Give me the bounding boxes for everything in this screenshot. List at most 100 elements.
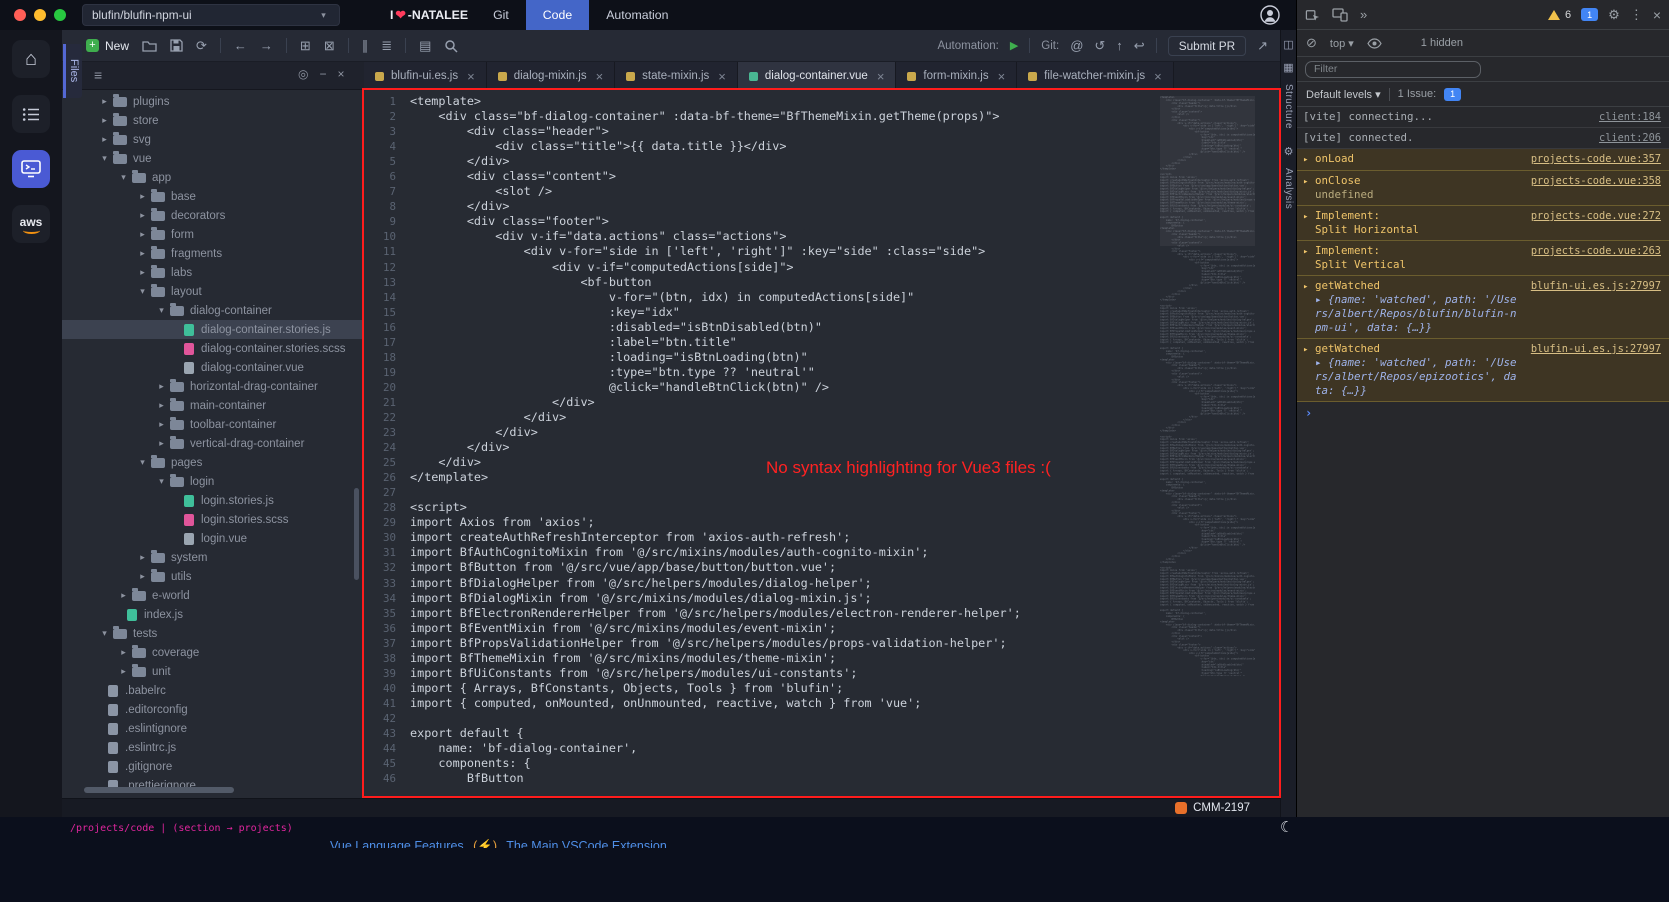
editor-tab[interactable]: blufin-ui.es.js × <box>364 62 487 90</box>
gear-icon[interactable]: ⚙ <box>1284 145 1294 158</box>
tree-file-dialog-container.stories.js[interactable]: dialog-container.stories.js <box>62 320 362 339</box>
tree-folder-base[interactable]: ▸ base <box>62 187 362 206</box>
background-link[interactable]: Vue Language Features <box>330 839 464 848</box>
tree-folder-form[interactable]: ▸ form <box>62 225 362 244</box>
more-tabs-icon[interactable]: » <box>1360 7 1367 22</box>
files-panel-tab[interactable]: Files <box>63 44 82 98</box>
run-automation-icon[interactable]: ▶ <box>1010 39 1018 52</box>
source-link[interactable]: projects-code.vue:272 <box>1531 209 1661 223</box>
split-icon[interactable]: ∥ <box>362 38 369 54</box>
tree-folder-layout[interactable]: ▾ layout <box>62 282 362 301</box>
tree-folder-toolbar-container[interactable]: ▸ toolbar-container <box>62 415 362 434</box>
tree-folder-decorators[interactable]: ▸ decorators <box>62 206 362 225</box>
tree-folder-vertical-drag-container[interactable]: ▸ vertical-drag-container <box>62 434 362 453</box>
expand-triangle-icon[interactable]: ▸ <box>1303 279 1315 294</box>
tree-folder-plugins[interactable]: ▸ plugins <box>62 92 362 111</box>
devtools-close-icon[interactable]: × <box>1653 7 1661 23</box>
devtools-kebab-icon[interactable]: ⋮ <box>1630 7 1643 23</box>
tree-file-.eslintrc.js[interactable]: .eslintrc.js <box>62 738 362 757</box>
expand-triangle-icon[interactable]: ▸ <box>1303 209 1315 224</box>
titlebar-tab-automation[interactable]: Automation <box>589 0 685 30</box>
structure-tab[interactable]: Structure <box>1283 84 1294 129</box>
tree-folder-utils[interactable]: ▸ utils <box>62 567 362 586</box>
expand-triangle-icon[interactable]: ▸ <box>1303 244 1315 259</box>
collapse-tree-icon[interactable]: − <box>319 67 326 81</box>
avatar[interactable] <box>1260 5 1280 25</box>
tree-file-.eslintignore[interactable]: .eslintignore <box>62 719 362 738</box>
close-icon[interactable]: × <box>596 69 604 84</box>
eye-icon[interactable] <box>1367 37 1382 49</box>
code-area[interactable]: 1 <template> 2 <div class="bf-dialog-conta… <box>364 94 1279 796</box>
tree-file-login.vue[interactable]: login.vue <box>62 529 362 548</box>
titlebar-tab-git[interactable]: Git <box>476 0 526 30</box>
git-remote-icon[interactable]: @ <box>1070 38 1083 53</box>
code-workspace-button[interactable] <box>12 150 50 188</box>
tree-folder-main-container[interactable]: ▸ main-container <box>62 396 362 415</box>
editor-tab[interactable]: dialog-container.vue × <box>737 62 897 90</box>
moon-icon[interactable]: ☾ <box>1280 818 1293 836</box>
tree-folder-horizontal-drag-container[interactable]: ▸ horizontal-drag-container <box>62 377 362 396</box>
git-history-icon[interactable]: ↺ <box>1094 38 1105 54</box>
close-icon[interactable]: × <box>467 69 475 84</box>
inspect-icon[interactable] <box>1305 7 1320 22</box>
tree-folder-svg[interactable]: ▸ svg <box>62 130 362 149</box>
external-link-icon[interactable]: ↗ <box>1257 38 1268 54</box>
repo-selector[interactable]: blufin/blufin-npm-ui ▾ <box>82 4 340 26</box>
editor-tab[interactable]: dialog-mixin.js × <box>486 62 616 90</box>
tree-folder-fragments[interactable]: ▸ fragments <box>62 244 362 263</box>
tree-folder-app[interactable]: ▾ app <box>62 168 362 187</box>
tree-file-dialog-container.vue[interactable]: dialog-container.vue <box>62 358 362 377</box>
tree-file-login.stories.scss[interactable]: login.stories.scss <box>62 510 362 529</box>
expand-triangle-icon[interactable]: ▸ <box>1303 174 1315 189</box>
expand-triangle-icon[interactable]: ▸ <box>1303 342 1315 357</box>
clear-console-icon[interactable]: ⊘ <box>1306 35 1317 51</box>
tree-vertical-scrollbar[interactable] <box>354 488 359 580</box>
close-icon[interactable]: × <box>1154 69 1162 84</box>
tree-folder-labs[interactable]: ▸ labs <box>62 263 362 282</box>
issue-count-badge[interactable]: 1 <box>1444 87 1462 101</box>
context-selector[interactable]: top ▾ <box>1330 37 1354 50</box>
forward-icon[interactable]: → <box>260 38 273 53</box>
minimap[interactable]: <template> <div class="bf-dialog-contain… <box>1160 96 1255 676</box>
tree-folder-store[interactable]: ▸ store <box>62 111 362 130</box>
tree-folder-vue[interactable]: ▾ vue <box>62 149 362 168</box>
minimize-window-button[interactable] <box>34 9 46 21</box>
source-link[interactable]: projects-code.vue:357 <box>1531 152 1661 166</box>
source-link[interactable]: blufin-ui.es.js:27997 <box>1531 342 1661 356</box>
close-tree-icon[interactable]: × <box>338 67 345 81</box>
zoom-window-button[interactable] <box>54 9 66 21</box>
devtools-settings-icon[interactable]: ⚙ <box>1608 7 1620 23</box>
console-prompt[interactable]: › <box>1297 402 1669 424</box>
structure-icon[interactable]: ▦ <box>1283 61 1293 74</box>
console-filter-input[interactable] <box>1305 60 1481 78</box>
source-link[interactable]: client:206 <box>1599 131 1661 145</box>
expand-triangle-icon[interactable]: ▸ <box>1303 152 1315 167</box>
tree-folder-login[interactable]: ▾ login <box>62 472 362 491</box>
git-undo-icon[interactable]: ↩ <box>1134 38 1145 54</box>
lines-icon[interactable]: ≣ <box>381 38 392 54</box>
source-link[interactable]: blufin-ui.es.js:27997 <box>1531 279 1661 293</box>
save-icon[interactable] <box>170 39 183 52</box>
back-icon[interactable]: ← <box>234 38 247 53</box>
expand-panel-icon[interactable]: ⊞ <box>300 38 311 54</box>
locate-file-icon[interactable]: ◎ <box>298 67 308 81</box>
tree-file-.babelrc[interactable]: .babelrc <box>62 681 362 700</box>
source-link[interactable]: projects-code.vue:263 <box>1531 244 1661 258</box>
tree-file-.editorconfig[interactable]: .editorconfig <box>62 700 362 719</box>
grid-view-icon[interactable]: ▤ <box>419 38 431 54</box>
tree-folder-system[interactable]: ▸ system <box>62 548 362 567</box>
tree-horizontal-scrollbar[interactable] <box>84 787 234 793</box>
editor-tab[interactable]: state-mixin.js × <box>615 62 738 90</box>
close-panel-icon[interactable]: ⊠ <box>324 38 335 54</box>
tasks-button[interactable] <box>12 95 50 133</box>
tree-folder-unit[interactable]: ▸ unit <box>62 662 362 681</box>
close-window-button[interactable] <box>14 9 26 21</box>
code-editor[interactable]: 1 <template> 2 <div class="bf-dialog-conta… <box>362 88 1281 798</box>
new-button[interactable]: + New <box>86 39 129 53</box>
titlebar-tab-code[interactable]: Code <box>525 0 590 30</box>
close-icon[interactable]: × <box>718 69 726 84</box>
tree-folder-dialog-container[interactable]: ▾ dialog-container <box>62 301 362 320</box>
tree-folder-coverage[interactable]: ▸ coverage <box>62 643 362 662</box>
aws-button[interactable]: aws <box>12 205 50 243</box>
tree-menu-icon[interactable]: ≡ <box>94 67 102 83</box>
